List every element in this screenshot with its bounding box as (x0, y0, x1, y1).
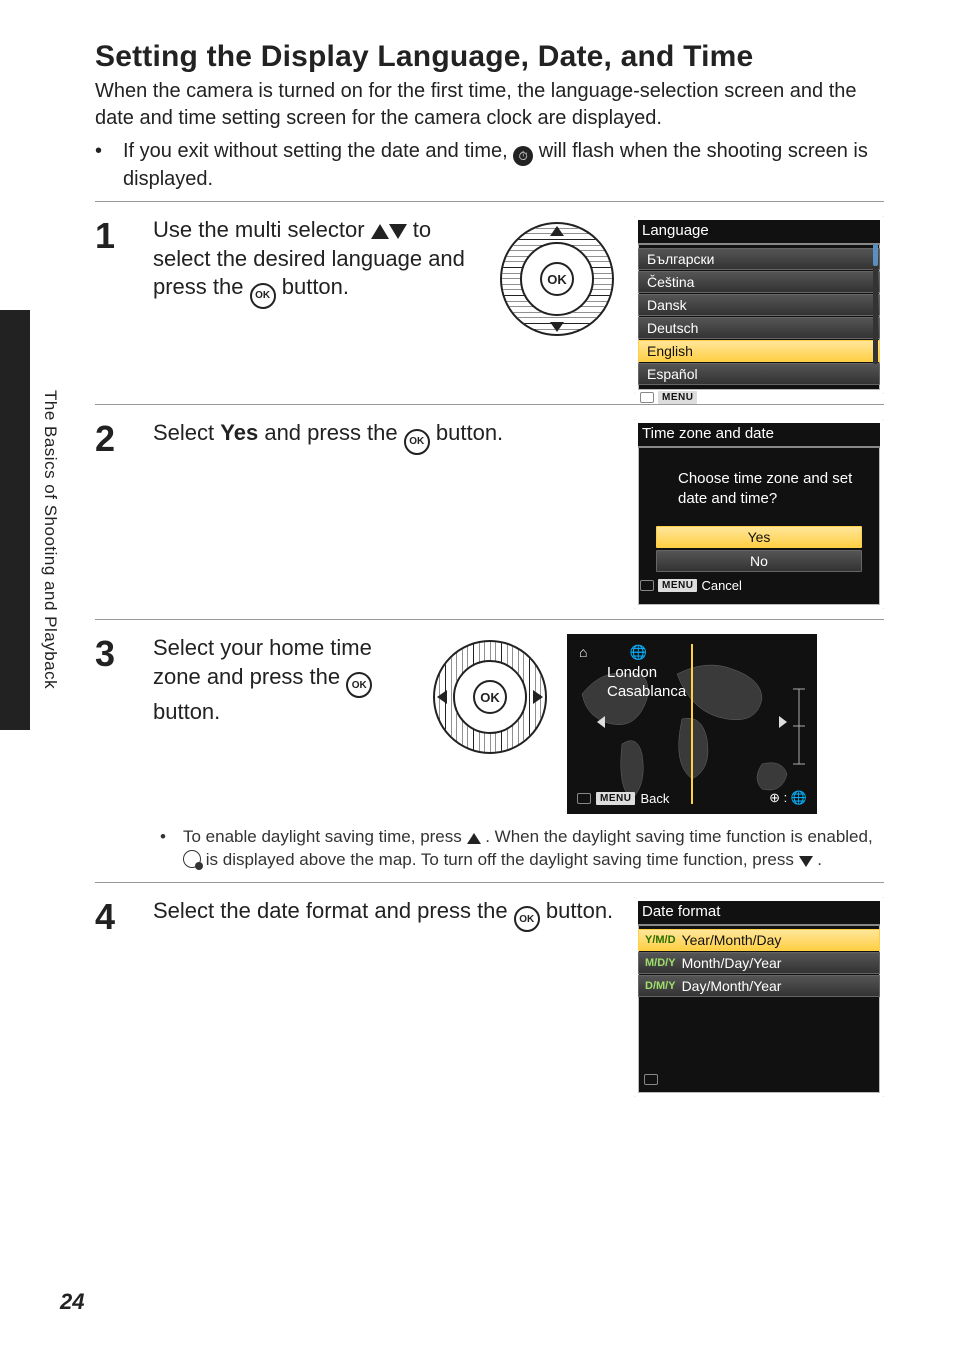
up-triangle-icon (467, 833, 481, 844)
cancel-label[interactable]: Cancel (701, 578, 741, 593)
step-number: 3 (95, 634, 135, 872)
manual-page: The Basics of Shooting and Playback Sett… (0, 0, 954, 1345)
up-triangle-icon (371, 224, 389, 239)
ok-icon: OK (404, 429, 430, 455)
dst-hint-icon: ⊕ : 🌐 (769, 790, 807, 806)
step-number: 4 (95, 897, 135, 1097)
camera-icon (577, 793, 591, 804)
step2-text: Select Yes and press the OK button. (153, 419, 614, 455)
side-caption: The Basics of Shooting and Playback (40, 390, 60, 689)
step-number: 2 (95, 419, 135, 609)
intro-bullet: • If you exit without setting the date a… (95, 138, 884, 193)
dst-icon (183, 850, 201, 868)
ok-icon: OK (346, 672, 372, 698)
date-format-screen: Date format Y/M/D Year/Month/Day M/D/Y M… (634, 897, 884, 1097)
lcd-title: Language (638, 220, 880, 243)
lcd-footer: MENU Cancel (638, 386, 880, 405)
date-format-option[interactable]: M/D/Y Month/Day/Year (638, 952, 880, 974)
lang-option[interactable]: Čeština (638, 271, 880, 293)
step3-sub: • To enable daylight saving time, press … (153, 826, 884, 872)
dial-down-icon (550, 322, 564, 332)
city-label: London Casablanca (607, 664, 686, 702)
step-2: 2 Select Yes and press the OK button. Ti… (95, 404, 884, 619)
cancel-label[interactable]: Cancel (701, 390, 741, 405)
timezone-map-screen: ⌂ 🌐 London Casablanca MENU Back ⊕ : 🌐 (567, 634, 817, 814)
down-triangle-icon (799, 856, 813, 867)
language-screen: Language Български Čeština Dansk Deutsch… (634, 216, 884, 394)
menu-tag: MENU (658, 579, 697, 592)
intro-bullet-text: If you exit without setting the date and… (123, 138, 884, 193)
camera-icon (640, 392, 654, 403)
lang-option[interactable]: Español (638, 363, 880, 385)
step-3: 3 Select your home time zone and press t… (95, 619, 884, 882)
multi-selector-dial: OK (433, 640, 547, 754)
page-number: 24 (60, 1289, 84, 1315)
side-tab (0, 310, 30, 730)
multi-selector-dial: OK (500, 222, 614, 336)
dial-up-icon (550, 226, 564, 236)
timezone-prompt-screen: Time zone and date Choose time zone and … (634, 419, 884, 609)
intro-paragraph: When the camera is turned on for the fir… (95, 78, 884, 132)
home-icon: ⌂ 🌐 (579, 642, 647, 662)
lcd-scrollbar[interactable] (873, 244, 878, 364)
lang-option[interactable]: Dansk (638, 294, 880, 316)
menu-tag: MENU (658, 391, 697, 404)
step3-text: Select your home time zone and press the… (153, 634, 413, 727)
lcd-prompt: Choose time zone and set date and time? (638, 451, 880, 524)
lang-option[interactable]: Български (638, 248, 880, 270)
lang-option[interactable]: Deutsch (638, 317, 880, 339)
step-4: 4 Select the date format and press the O… (95, 882, 884, 1107)
lcd-title: Time zone and date (638, 423, 880, 446)
bullet-dot: • (95, 138, 123, 193)
date-format-option-selected[interactable]: Y/M/D Year/Month/Day (638, 929, 880, 951)
camera-icon (644, 1072, 658, 1089)
ok-icon: OK (514, 906, 540, 932)
yes-option[interactable]: Yes (656, 526, 862, 548)
lang-option-selected[interactable]: English (638, 340, 880, 362)
step-number: 1 (95, 216, 135, 394)
down-triangle-icon (389, 224, 407, 239)
date-format-option[interactable]: D/M/Y Day/Month/Year (638, 975, 880, 997)
step-1: 1 Use the multi selector to select the d… (95, 201, 884, 404)
step4-text: Select the date format and press the OK … (153, 897, 614, 933)
page-title: Setting the Display Language, Date, and … (95, 40, 884, 74)
dial-left-icon (437, 690, 447, 704)
lcd-title: Date format (638, 901, 880, 924)
menu-tag: MENU (596, 792, 635, 805)
lcd-footer: MENU Back (577, 791, 669, 806)
ok-icon: OK (250, 283, 276, 309)
back-label[interactable]: Back (640, 791, 669, 806)
dial-right-icon (533, 690, 543, 704)
camera-icon (640, 580, 654, 591)
clock-icon: ⏱ (513, 146, 533, 166)
step1-text: Use the multi selector to select the des… (153, 216, 480, 309)
lcd-footer: MENU Cancel (638, 574, 880, 593)
no-option[interactable]: No (656, 550, 862, 572)
